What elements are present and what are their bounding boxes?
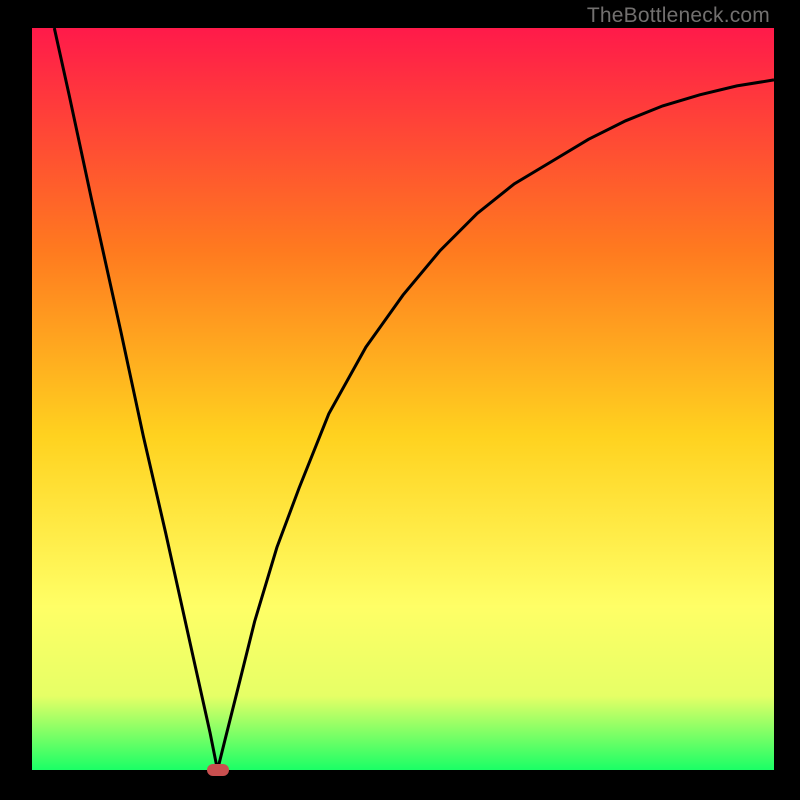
watermark-text: TheBottleneck.com bbox=[587, 4, 770, 28]
curve-svg bbox=[32, 28, 774, 770]
chart-frame: TheBottleneck.com bbox=[0, 0, 800, 800]
plot-area bbox=[32, 28, 774, 770]
optimum-marker bbox=[207, 764, 229, 776]
bottleneck-curve bbox=[54, 28, 774, 770]
